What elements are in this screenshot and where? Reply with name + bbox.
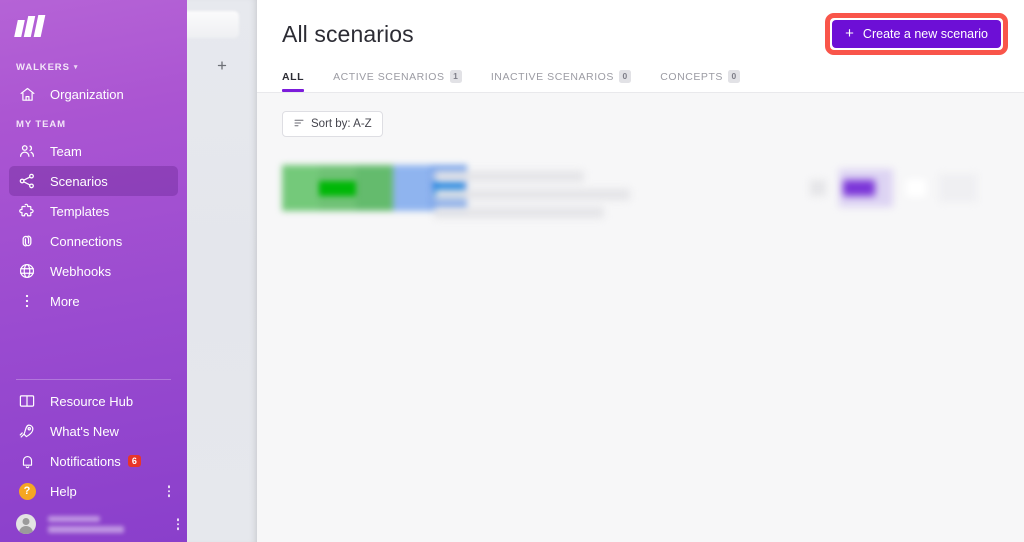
- plus-icon[interactable]: [216, 59, 229, 72]
- sidebar-item-scenarios[interactable]: Scenarios: [9, 166, 178, 196]
- my-team-text: MY TEAM: [16, 119, 66, 130]
- sidebar-item-label: Notifications: [50, 453, 121, 469]
- sidebar-item-help[interactable]: ? Help: [9, 476, 178, 506]
- tab-bar: ALL ACTIVE SCENARIOS 1 INACTIVE SCENARIO…: [282, 68, 1008, 92]
- sidebar-item-label: Resource Hub: [50, 393, 134, 409]
- bell-icon: [16, 452, 38, 470]
- sidebar-item-resource-hub[interactable]: Resource Hub: [9, 386, 178, 416]
- help-kebab-menu-icon[interactable]: [167, 485, 170, 497]
- more-icon: [16, 292, 38, 310]
- page-header: All scenarios + Create a new scenario AL…: [257, 0, 1024, 93]
- sidebar-item-connections[interactable]: Connections: [9, 226, 178, 256]
- tab-label: CONCEPTS: [660, 70, 723, 83]
- org-switcher[interactable]: WALKERS ▾: [0, 62, 187, 73]
- create-new-scenario-button[interactable]: + Create a new scenario: [832, 20, 1001, 48]
- sidebar-item-templates[interactable]: Templates: [9, 196, 178, 226]
- app-root: WALKERS ▾ Organization MY TEAM Team Scen…: [0, 0, 1024, 542]
- org-switcher-label: WALKERS: [16, 62, 70, 73]
- templates-icon: [16, 202, 38, 220]
- sidebar-user-row[interactable]: [0, 506, 187, 542]
- sidebar-item-more[interactable]: More: [9, 286, 178, 316]
- user-name-redacted: [48, 515, 124, 533]
- main-content: All scenarios + Create a new scenario AL…: [257, 0, 1024, 542]
- scenarios-list-area: Sort by: A-Z: [257, 93, 1024, 542]
- tab-active-scenarios[interactable]: ACTIVE SCENARIOS 1: [333, 68, 462, 92]
- tab-label: INACTIVE SCENARIOS: [490, 70, 614, 83]
- sidebar-item-label: Webhooks: [50, 263, 112, 279]
- sort-button-label: Sort by: A-Z: [311, 118, 372, 130]
- avatar: [16, 514, 36, 534]
- chevron-down-icon: ▾: [73, 64, 79, 71]
- page-title: All scenarios: [282, 20, 414, 47]
- rocket-icon: [16, 422, 38, 440]
- plus-icon: +: [845, 25, 854, 42]
- scenario-list-item[interactable]: [282, 165, 999, 218]
- sort-button[interactable]: Sort by: A-Z: [282, 111, 383, 137]
- tab-label: ACTIVE SCENARIOS: [333, 70, 445, 83]
- title-row: All scenarios + Create a new scenario: [282, 0, 1008, 55]
- help-icon: ?: [16, 482, 38, 500]
- sidebar-item-notifications[interactable]: Notifications 6: [9, 446, 178, 476]
- make-logo: [14, 15, 50, 37]
- tab-badge: 0: [618, 70, 632, 83]
- scenario-extra-redacted: [939, 174, 977, 202]
- scenario-status-redacted: [810, 180, 826, 196]
- sidebar-item-organization[interactable]: Organization: [9, 79, 178, 109]
- tab-concepts[interactable]: CONCEPTS 0: [660, 68, 741, 92]
- sidebar-item-label: Organization: [50, 86, 124, 102]
- create-scenario-highlight-wrapper: + Create a new scenario: [825, 13, 1008, 55]
- user-kebab-menu-icon[interactable]: [176, 518, 179, 530]
- scenario-toggle-redacted[interactable]: [839, 169, 893, 207]
- panel-card-redacted: [182, 11, 239, 38]
- my-team-section-label: MY TEAM: [0, 119, 187, 130]
- sidebar-item-whats-new[interactable]: What's New: [9, 416, 178, 446]
- notifications-badge: 6: [127, 454, 141, 468]
- sidebar-item-label: What's New: [50, 423, 119, 439]
- logo-container[interactable]: [0, 0, 187, 52]
- sort-lines-icon: [293, 117, 305, 132]
- sidebar-item-webhooks[interactable]: Webhooks: [9, 256, 178, 286]
- sidebar-item-label: Help: [50, 483, 77, 499]
- webhooks-icon: [16, 262, 38, 280]
- sidebar-item-label: Templates: [50, 203, 110, 219]
- tab-badge: 0: [727, 70, 741, 83]
- scenario-name-redacted: [434, 171, 630, 218]
- sidebar-item-label: Scenarios: [50, 173, 108, 189]
- book-icon: [16, 392, 38, 410]
- tab-inactive-scenarios[interactable]: INACTIVE SCENARIOS 0: [490, 68, 632, 92]
- sidebar-item-label: Team: [50, 143, 82, 159]
- scenarios-icon: [16, 172, 38, 190]
- tab-badge: 1: [449, 70, 462, 83]
- sidebar-item-label: More: [50, 293, 80, 309]
- tab-all[interactable]: ALL: [282, 68, 305, 92]
- connections-icon: [16, 232, 38, 250]
- sidebar-item-label: Connections: [50, 233, 123, 249]
- sidebar-item-team[interactable]: Team: [9, 136, 178, 166]
- secondary-panel: [182, 0, 257, 542]
- scenario-menu-redacted[interactable]: [906, 179, 926, 197]
- home-icon: [16, 85, 38, 103]
- sidebar: WALKERS ▾ Organization MY TEAM Team Scen…: [0, 0, 187, 542]
- team-icon: [16, 142, 38, 160]
- scenario-controls-redacted[interactable]: [810, 169, 977, 207]
- create-new-scenario-label: Create a new scenario: [862, 27, 988, 41]
- scenario-app-icon-green: [319, 181, 356, 196]
- tab-label: ALL: [282, 70, 305, 83]
